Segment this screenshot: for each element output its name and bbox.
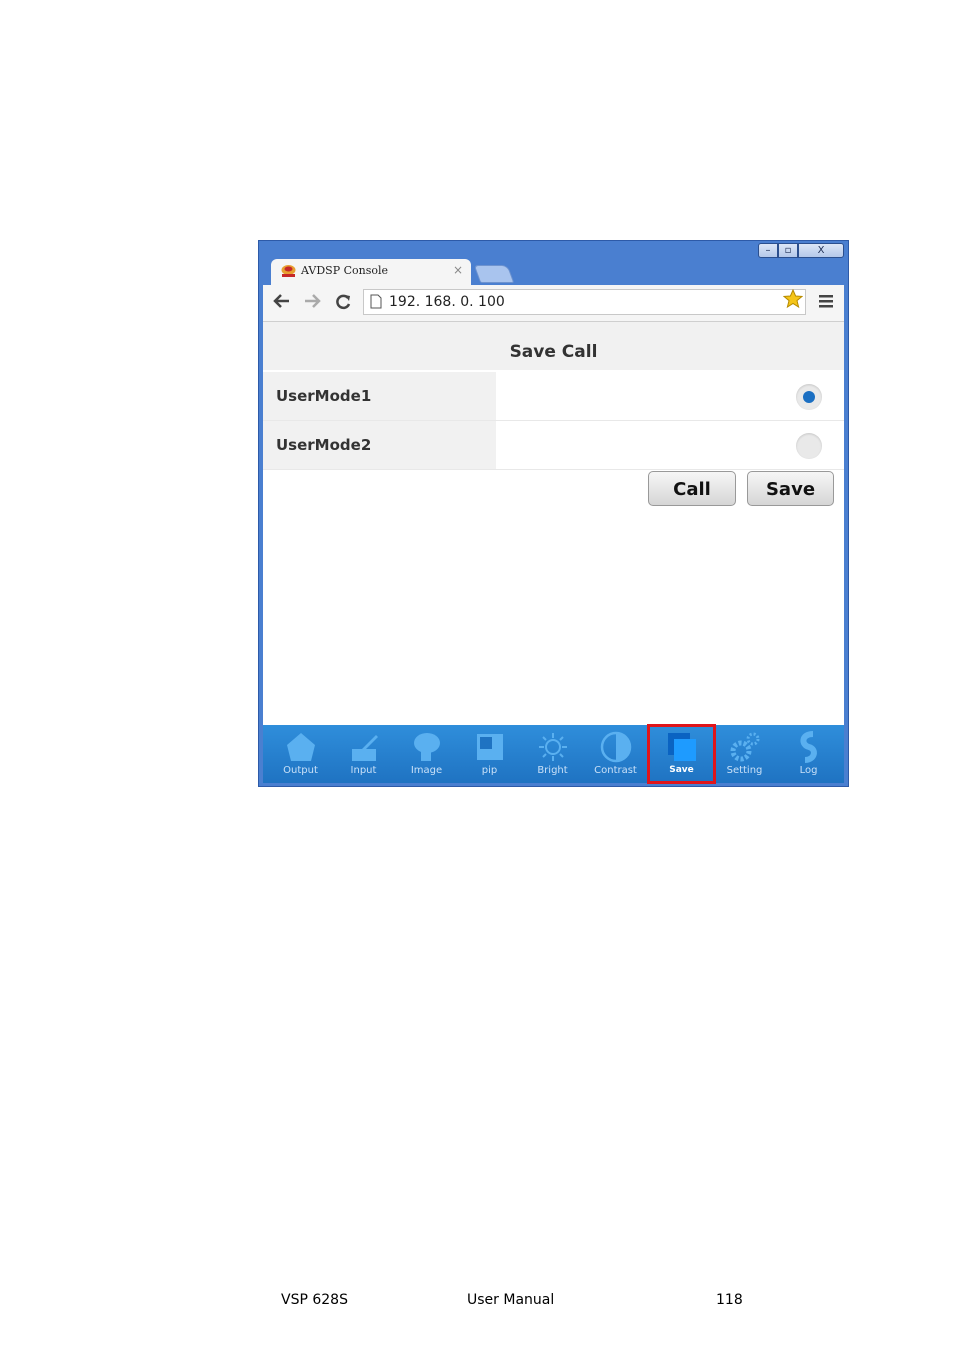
browser-window: – ▫ X AVDSP Console × 192. 168. 0. 100 S… [258,240,849,787]
nav-item-image[interactable]: Image [395,725,458,783]
footer-page-number: 118 [716,1292,743,1308]
window-controls: – ▫ X [758,243,844,258]
maximize-button[interactable]: ▫ [778,243,798,258]
page-title: Save Call [509,342,598,362]
new-tab-button[interactable] [473,265,515,283]
log-icon [800,731,817,763]
bookmark-star-icon[interactable] [783,289,803,309]
avdsp-logo-icon [281,265,296,277]
usermode-row-1[interactable]: UserMode1 [263,372,844,421]
usermode1-radio[interactable] [796,384,822,410]
usermode-label: UserMode1 [263,372,496,420]
nav-item-log[interactable]: Log [777,725,840,783]
url-text: 192. 168. 0. 100 [389,294,505,310]
address-bar[interactable]: 192. 168. 0. 100 [363,289,806,315]
minimize-button[interactable]: – [758,243,778,258]
usermode-label: UserMode2 [263,421,496,469]
input-icon [352,735,378,761]
nav-item-contrast[interactable]: Contrast [584,725,647,783]
nav-item-input[interactable]: Input [332,725,395,783]
nav-label: Bright [537,765,568,776]
bright-icon [539,733,567,761]
usermode-row-2[interactable]: UserMode2 [263,421,844,470]
back-arrow-icon[interactable] [273,293,291,309]
browser-toolbar: 192. 168. 0. 100 [263,285,844,322]
page-content: Save Call UserMode1 UserMode2 Call Save [263,322,844,725]
forward-arrow-icon[interactable] [303,293,321,309]
call-button[interactable]: Call [648,471,736,506]
nav-item-bright[interactable]: Bright [521,725,584,783]
nav-item-save[interactable]: Save [647,724,716,784]
save-icon [668,733,696,761]
nav-item-output[interactable]: Output [269,725,332,783]
image-icon [414,733,440,761]
reload-icon[interactable] [334,293,352,311]
nav-label: pip [481,765,498,776]
output-icon [287,733,315,761]
nav-label: Contrast [594,765,637,776]
footer-doc-title: User Manual [467,1292,555,1308]
footer-product: VSP 628S [281,1292,348,1308]
usermode2-radio[interactable] [796,433,822,459]
tab-close-icon[interactable]: × [453,263,463,277]
nav-label: Log [799,765,818,776]
nav-label: Output [283,765,318,776]
tab-title: AVDSP Console [301,264,389,277]
page-icon [370,294,382,309]
gear-icon [730,732,760,762]
menu-icon[interactable] [819,295,833,308]
nav-label: Setting [726,765,763,776]
nav-label: Input [350,765,377,776]
contrast-icon [600,731,632,763]
bottom-nav: Output Input Image pip Bright Contrast S… [263,724,844,784]
browser-tab[interactable]: AVDSP Console × [271,259,471,285]
save-button[interactable]: Save [747,471,834,506]
pip-icon [477,734,503,760]
page-header: Save Call [263,322,844,370]
nav-item-pip[interactable]: pip [458,725,521,783]
nav-label: Save [669,765,694,775]
nav-item-setting[interactable]: Setting [713,725,776,783]
nav-label: Image [410,765,443,776]
close-window-button[interactable]: X [798,243,844,258]
